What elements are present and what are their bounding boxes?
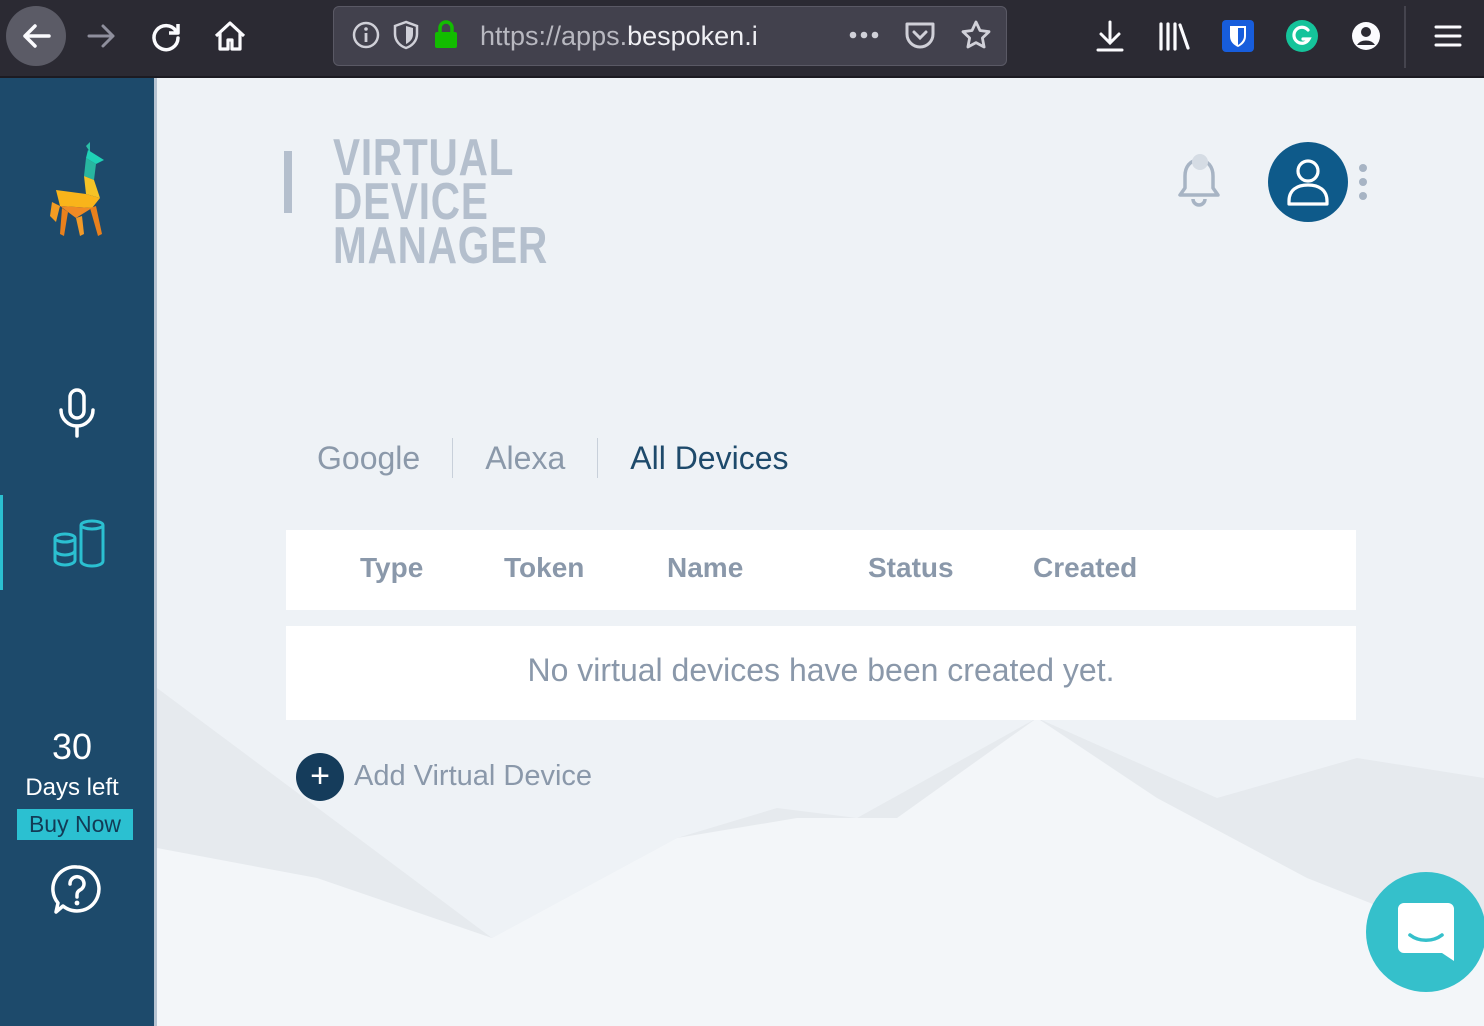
help-button[interactable] bbox=[0, 860, 154, 920]
buy-now-button[interactable]: Buy Now bbox=[17, 809, 133, 840]
page-actions-icon[interactable] bbox=[848, 19, 880, 51]
tab-all-devices[interactable]: All Devices bbox=[598, 438, 820, 478]
column-header-created[interactable]: Created bbox=[1033, 552, 1137, 584]
devices-table-body: No virtual devices have been created yet… bbox=[286, 626, 1356, 720]
lock-icon[interactable] bbox=[430, 19, 462, 51]
downloads-icon[interactable] bbox=[1092, 18, 1128, 54]
reload-icon bbox=[152, 23, 180, 52]
sidebar: 30 Days left Buy Now bbox=[0, 78, 157, 1026]
title-accent-bar bbox=[284, 151, 292, 213]
column-header-type[interactable]: Type bbox=[360, 552, 423, 584]
microphone-icon bbox=[59, 388, 95, 438]
more-options-button[interactable] bbox=[1356, 162, 1370, 202]
tab-google[interactable]: Google bbox=[317, 438, 454, 478]
add-virtual-device-label[interactable]: Add Virtual Device bbox=[354, 760, 592, 793]
trial-days-count: 30 bbox=[51, 726, 93, 767]
add-virtual-device-button[interactable]: + bbox=[296, 753, 344, 801]
plus-icon: + bbox=[310, 757, 330, 795]
library-icon[interactable] bbox=[1156, 18, 1192, 54]
column-header-token[interactable]: Token bbox=[504, 552, 584, 584]
bitwarden-icon[interactable] bbox=[1220, 18, 1256, 54]
tab-alexa[interactable]: Alexa bbox=[453, 438, 599, 478]
device-tabs: Google Alexa All Devices bbox=[317, 430, 821, 486]
menu-icon[interactable] bbox=[1430, 18, 1466, 54]
page-title: VIRTUAL DEVICE MANAGER bbox=[333, 129, 661, 275]
bookmark-star-icon[interactable] bbox=[960, 19, 992, 51]
account-icon[interactable] bbox=[1348, 18, 1384, 54]
home-icon bbox=[214, 21, 246, 51]
sidebar-item-virtual-devices[interactable] bbox=[0, 495, 157, 590]
more-vertical-icon bbox=[1359, 164, 1367, 200]
back-button[interactable] bbox=[6, 6, 66, 66]
chat-icon bbox=[1398, 903, 1454, 961]
column-header-status[interactable]: Status bbox=[868, 552, 954, 584]
user-avatar[interactable] bbox=[1268, 142, 1348, 222]
pocket-icon[interactable] bbox=[904, 19, 936, 51]
main-content: VIRTUAL DEVICE MANAGER Google Alexa All … bbox=[157, 78, 1484, 1026]
empty-state-message: No virtual devices have been created yet… bbox=[527, 652, 1115, 688]
chat-launcher-button[interactable] bbox=[1366, 872, 1484, 992]
info-icon[interactable] bbox=[350, 19, 382, 51]
user-icon bbox=[1287, 159, 1329, 206]
help-icon bbox=[51, 865, 101, 914]
toolbar-separator bbox=[1404, 6, 1406, 68]
notifications-button[interactable] bbox=[1175, 154, 1223, 208]
page-title-line2: MANAGER bbox=[333, 217, 549, 275]
arrow-left-icon bbox=[23, 24, 51, 48]
arrow-right-icon bbox=[87, 24, 115, 48]
forward-button[interactable] bbox=[72, 6, 132, 66]
virtual-devices-icon bbox=[53, 519, 105, 568]
tracking-shield-icon[interactable] bbox=[390, 19, 422, 51]
url-bar[interactable]: https://apps.bespoken.i bbox=[333, 6, 1007, 66]
devices-table-header: Type Token Name Status Created bbox=[286, 530, 1356, 610]
reload-button[interactable] bbox=[136, 6, 196, 66]
column-header-name[interactable]: Name bbox=[667, 552, 743, 584]
bell-icon bbox=[1178, 154, 1220, 207]
home-button[interactable] bbox=[200, 6, 260, 66]
grammarly-icon[interactable] bbox=[1284, 18, 1320, 54]
trial-days-label: Days left bbox=[25, 774, 119, 801]
sidebar-item-voice[interactable] bbox=[0, 368, 154, 458]
page-title-line1: VIRTUAL DEVICE bbox=[333, 129, 514, 231]
browser-toolbar: https://apps.bespoken.i bbox=[0, 0, 1484, 78]
url-text[interactable]: https://apps.bespoken.i bbox=[480, 21, 780, 52]
llama-logo-icon bbox=[50, 142, 104, 236]
llama-logo[interactable] bbox=[0, 140, 154, 240]
